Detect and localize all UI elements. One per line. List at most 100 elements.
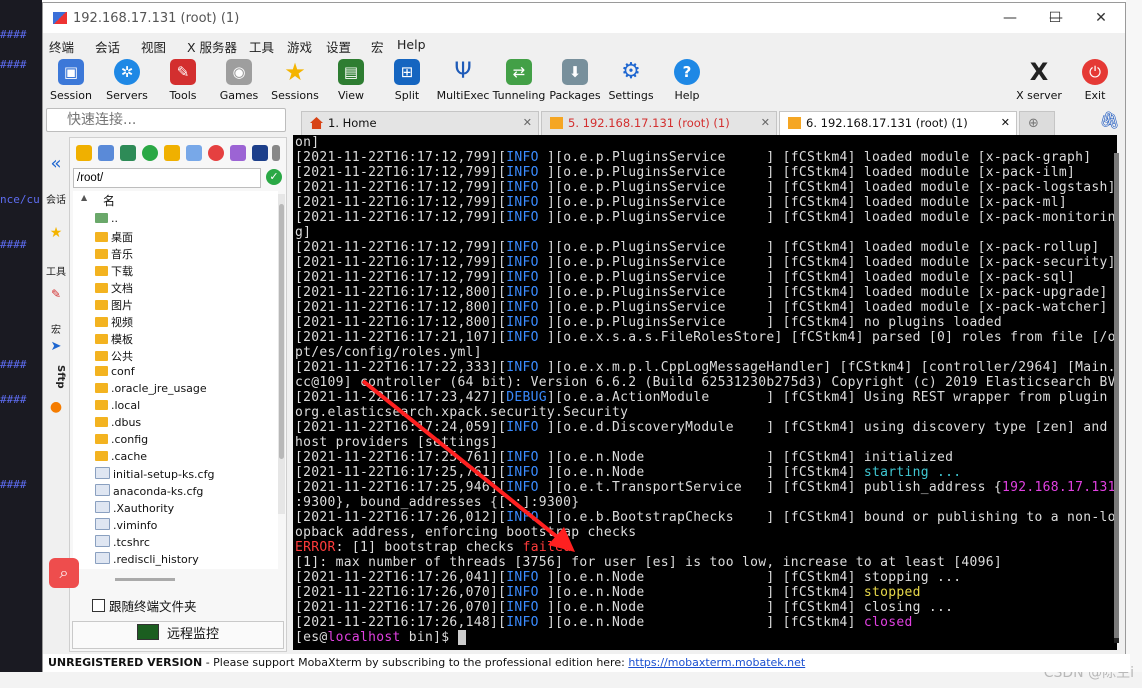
file-row[interactable]: 下载: [95, 263, 133, 280]
tunneling-button[interactable]: ⇄ Tunneling: [491, 56, 547, 106]
folder-up-icon[interactable]: [76, 145, 92, 161]
new-tab-button[interactable]: ⊕: [1019, 111, 1055, 135]
refresh-icon[interactable]: [142, 145, 158, 161]
file-list-scrollbar[interactable]: [278, 194, 285, 514]
file-row[interactable]: 图片: [95, 297, 133, 314]
file-list-header[interactable]: ▲ 名: [73, 191, 278, 209]
permissions-icon[interactable]: [252, 145, 268, 161]
download-icon[interactable]: [98, 145, 114, 161]
close-window-button[interactable]: ✕: [1078, 3, 1124, 33]
new-file-icon[interactable]: [186, 145, 202, 161]
file-row[interactable]: .viminfo: [95, 518, 157, 535]
sessions-button[interactable]: ★ Sessions: [267, 56, 323, 106]
mobatek-link[interactable]: https://mobaxterm.mobatek.net: [628, 656, 805, 669]
session-button[interactable]: ▣ Session: [43, 56, 99, 106]
menu-view[interactable]: 视图: [141, 37, 166, 56]
servers-icon: ✲: [114, 59, 140, 85]
checkbox-box[interactable]: [92, 599, 105, 612]
file-name: ..: [111, 212, 118, 225]
terminal-scrollbar[interactable]: [1114, 153, 1119, 643]
servers-button[interactable]: ✲ Servers: [99, 56, 155, 106]
xserver-button[interactable]: X X server: [1011, 56, 1067, 106]
file-row[interactable]: .rediscli_history: [95, 552, 199, 569]
new-folder-icon[interactable]: [164, 145, 180, 161]
file-row[interactable]: 模板: [95, 331, 133, 348]
settings-button[interactable]: ⚙ Settings: [603, 56, 659, 106]
games-button[interactable]: ◉ Games: [211, 56, 267, 106]
quick-connect-input[interactable]: [46, 108, 286, 132]
file-row[interactable]: conf: [95, 365, 135, 382]
tab-home[interactable]: 1. Home ✕: [301, 111, 539, 135]
minimize-window-button[interactable]: —: [987, 3, 1033, 33]
file-row[interactable]: .local: [95, 399, 140, 416]
tab-session-6[interactable]: 6. 192.168.17.131 (root) (1) ✕: [779, 111, 1017, 135]
attachment-icon[interactable]: 🖇: [1099, 111, 1121, 131]
collapse-sidebar-icon[interactable]: «: [46, 153, 66, 174]
tools-icon[interactable]: ✎: [46, 287, 66, 301]
file-row[interactable]: initial-setup-ks.cfg: [95, 467, 214, 484]
file-row[interactable]: 文档: [95, 280, 133, 297]
file-list-hscroll[interactable]: [115, 578, 175, 581]
menu-help[interactable]: Help: [397, 37, 426, 52]
file-row[interactable]: 公共: [95, 348, 133, 365]
menu-games[interactable]: 游戏: [287, 37, 312, 56]
terminal-line: [2021-11-22T16:17:25,761][INFO ][o.e.n.N…: [295, 465, 962, 480]
split-button[interactable]: ⊞ Split: [379, 56, 435, 106]
tools-button[interactable]: ✎ Tools: [155, 56, 211, 106]
path-ok-icon[interactable]: ✓: [266, 169, 282, 185]
more-icon[interactable]: [272, 145, 280, 161]
terminal-line: [1]: max number of threads [3756] for us…: [295, 555, 1003, 570]
file-row[interactable]: .dbus: [95, 416, 141, 433]
packages-button[interactable]: ⬇ Packages: [547, 56, 603, 106]
menu-macros[interactable]: 宏: [371, 37, 384, 56]
delete-icon[interactable]: [208, 145, 224, 161]
file-row[interactable]: .config: [95, 433, 148, 450]
file-row[interactable]: anaconda-ks.cfg: [95, 484, 203, 501]
menu-sessions[interactable]: 会话: [95, 37, 120, 56]
file-row[interactable]: .cache: [95, 450, 147, 467]
file-row[interactable]: .Xauthority: [95, 501, 174, 518]
side-tab-macros[interactable]: 宏: [46, 321, 66, 336]
menu-settings[interactable]: 设置: [326, 37, 351, 56]
star-icon[interactable]: ★: [46, 225, 66, 241]
file-row[interactable]: 桌面: [95, 229, 133, 246]
unregistered-label: UNREGISTERED VERSION: [48, 656, 203, 669]
sftp-path-input[interactable]: [73, 168, 261, 188]
file-name: .config: [111, 433, 149, 446]
file-row[interactable]: ..: [95, 212, 118, 229]
sftp-toolbar: [72, 140, 286, 166]
tab-session-5[interactable]: 5. 192.168.17.131 (root) (1) ✕: [541, 111, 777, 135]
side-tab-sftp[interactable]: Sftp: [46, 365, 66, 389]
view-button[interactable]: ▤ View: [323, 56, 379, 106]
close-icon[interactable]: ✕: [1001, 112, 1010, 134]
file-name: 模板: [111, 333, 133, 346]
menu-terminal[interactable]: 终端: [49, 37, 74, 56]
upload-icon[interactable]: [120, 145, 136, 161]
scroll-thumb[interactable]: [279, 204, 284, 459]
terminal-output[interactable]: on] [2021-11-22T16:17:12,799][INFO ][o.e.…: [293, 135, 1117, 650]
follow-terminal-checkbox[interactable]: 跟随终端文件夹: [92, 596, 197, 615]
close-icon[interactable]: ✕: [761, 112, 770, 134]
exit-button[interactable]: ⏻ Exit: [1067, 56, 1123, 106]
file-row[interactable]: 音乐: [95, 246, 133, 263]
send-icon[interactable]: ➤: [46, 339, 66, 354]
close-icon[interactable]: ✕: [523, 112, 532, 134]
file-name: 图片: [111, 299, 133, 312]
maximize-window-button[interactable]: ☐: [1032, 3, 1078, 33]
side-tab-sessions[interactable]: 会话: [46, 191, 66, 206]
file-row[interactable]: .tcshrc: [95, 535, 150, 552]
split-icon: ⊞: [394, 59, 420, 85]
remote-monitoring-button[interactable]: 远程监控: [72, 621, 284, 649]
file-row[interactable]: .oracle_jre_usage: [95, 382, 207, 399]
side-tab-tools[interactable]: 工具: [46, 263, 66, 278]
multiexec-button[interactable]: Ψ MultiExec: [435, 56, 491, 106]
terminal-line: [2021-11-22T16:17:12,800][INFO ][o.e.p.P…: [295, 300, 1108, 315]
menu-xserver[interactable]: X 服务器: [187, 37, 237, 56]
terminal-scroll-thumb[interactable]: [1114, 153, 1119, 638]
file-row[interactable]: 视频: [95, 314, 133, 331]
help-button[interactable]: ? Help: [659, 56, 715, 106]
rename-icon[interactable]: [230, 145, 246, 161]
exit-label: Exit: [1084, 89, 1106, 102]
menu-tools[interactable]: 工具: [249, 37, 274, 56]
search-button[interactable]: ⌕: [49, 558, 79, 588]
